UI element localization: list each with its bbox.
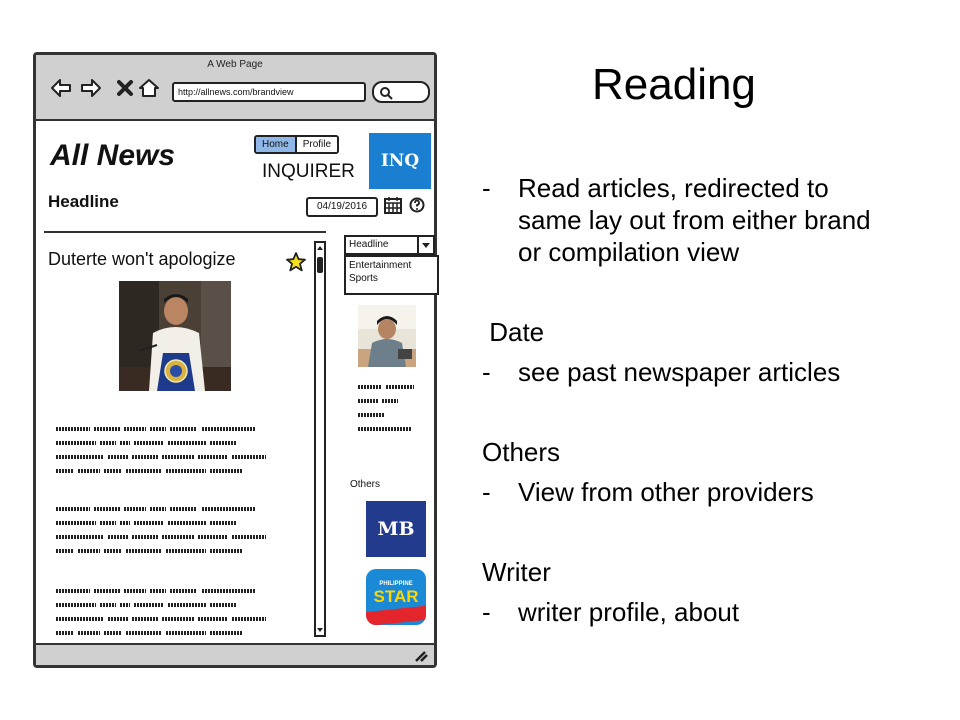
- category-select-value: Headline: [349, 239, 389, 250]
- back-arrow-icon[interactable]: [50, 77, 72, 99]
- bullet-text: Read articles, redirected to same lay ou…: [518, 173, 871, 267]
- category-option-entertainment[interactable]: Entertainment: [349, 259, 434, 272]
- search-icon: [380, 87, 393, 100]
- writer-text-placeholder: [358, 385, 414, 431]
- slide-section-others: Others - View from other providers: [482, 436, 898, 508]
- bullet-marker: -: [482, 477, 491, 507]
- tab-profile[interactable]: Profile: [296, 137, 338, 152]
- section-heading: Headline: [48, 192, 119, 211]
- mb-logo-text: MB: [377, 518, 415, 540]
- inquirer-logo[interactable]: INQ: [369, 133, 431, 189]
- bullet-marker: -: [482, 597, 491, 627]
- date-field[interactable]: 04/19/2016: [306, 197, 378, 217]
- browser-titlebar: A Web Page http://allnews.com/brandview: [36, 55, 434, 121]
- category-select-toggle[interactable]: [417, 237, 433, 253]
- browser-mockup: A Web Page http://allnews.com/brandview …: [33, 52, 439, 668]
- view-tabs: Home Profile: [254, 135, 340, 154]
- article-scrollbar[interactable]: [314, 241, 326, 637]
- bullet-text: see past newspaper articles: [518, 357, 841, 387]
- scroll-thumb[interactable]: [317, 257, 323, 273]
- article-text-placeholder: [56, 427, 266, 473]
- bullet-text: writer profile, about: [518, 597, 740, 627]
- star-logo-swoosh: [366, 605, 426, 625]
- tab-home[interactable]: Home: [256, 137, 297, 152]
- star-logo-text: STAR: [373, 587, 419, 606]
- url-field[interactable]: http://allnews.com/brandview: [172, 82, 366, 102]
- search-field[interactable]: [372, 81, 430, 103]
- article-title[interactable]: Duterte won't apologize: [48, 249, 236, 270]
- article-text-placeholder: [56, 589, 266, 635]
- scroll-down-icon[interactable]: [316, 625, 324, 635]
- chevron-down-icon: [422, 243, 430, 248]
- star-icon[interactable]: [285, 251, 307, 273]
- browser-statusbar: [36, 643, 434, 665]
- writer-photo[interactable]: [358, 305, 416, 367]
- manila-bulletin-logo[interactable]: MB: [366, 501, 426, 557]
- category-options: Entertainment Sports: [344, 255, 439, 295]
- section-heading-date: Date: [482, 317, 545, 347]
- category-option-sports[interactable]: Sports: [349, 272, 434, 285]
- slide-section-reading: - Read articles, redirected to same lay …: [482, 172, 898, 268]
- article-photo: [119, 281, 231, 391]
- divider: [44, 231, 326, 233]
- article-text-placeholder: [56, 507, 266, 553]
- philippine-star-logo[interactable]: PHILIPPINE STAR: [366, 569, 426, 625]
- slide-title: Reading: [592, 60, 756, 109]
- forward-arrow-icon[interactable]: [80, 77, 102, 99]
- publisher-name: INQUIRER: [262, 161, 355, 182]
- category-select[interactable]: Headline: [344, 235, 435, 255]
- help-icon[interactable]: [409, 197, 425, 213]
- slide-section-date: Date - see past newspaper articles: [482, 316, 898, 388]
- close-icon[interactable]: [114, 77, 136, 99]
- resize-grip-icon[interactable]: [414, 650, 428, 662]
- others-label: Others: [350, 479, 381, 490]
- bullet-text: View from other providers: [518, 477, 814, 507]
- bullet-marker: -: [482, 173, 491, 203]
- brand-title: All News: [50, 139, 176, 172]
- section-heading-writer: Writer: [482, 557, 551, 587]
- scroll-up-icon[interactable]: [316, 243, 324, 253]
- slide-section-writer: Writer - writer profile, about: [482, 556, 898, 628]
- window-title: A Web Page: [207, 59, 263, 70]
- inquirer-logo-text: INQ: [380, 151, 420, 171]
- bullet-marker: -: [482, 357, 491, 387]
- home-icon[interactable]: [138, 77, 160, 99]
- section-heading-others: Others: [482, 437, 561, 467]
- calendar-icon[interactable]: [383, 195, 403, 215]
